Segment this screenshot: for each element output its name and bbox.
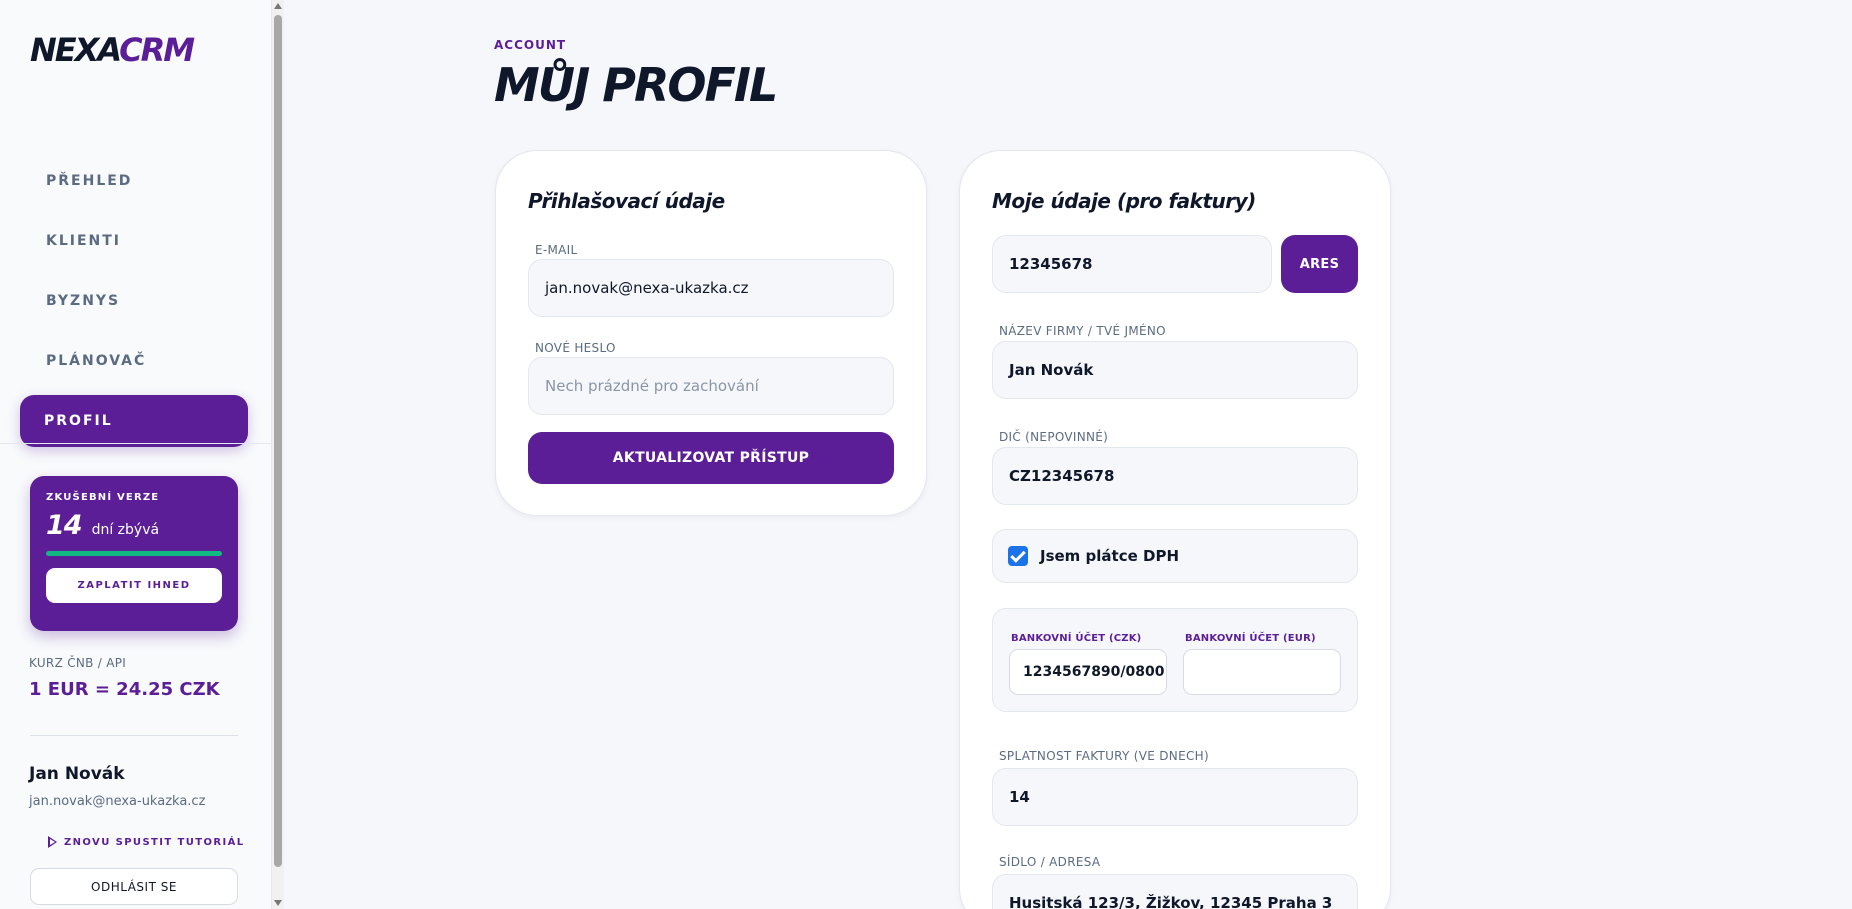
email-field[interactable]: jan.novak@nexa-ukazka.cz [528, 259, 894, 317]
trial-progress-bar [46, 551, 222, 556]
bank-eur-field[interactable] [1183, 649, 1341, 695]
invoice-due-field[interactable]: 14 [992, 768, 1358, 826]
ares-lookup-button[interactable]: ARES [1281, 235, 1358, 293]
pay-now-button[interactable]: ZAPLATIT IHNED [46, 568, 222, 603]
ico-field[interactable]: 12345678 [992, 235, 1272, 293]
app-logo[interactable]: NEXACRM [30, 31, 195, 69]
login-card-title: Přihlašovací údaje [528, 189, 725, 213]
trial-days-count: 14 [46, 510, 83, 541]
user-name: Jan Novák [29, 764, 125, 784]
restart-tutorial-link[interactable]: ZNOVU SPUSTIT TUTORIÁL [48, 836, 245, 848]
sidebar-item-planovac[interactable]: PLÁNOVAČ [20, 335, 248, 387]
update-access-button[interactable]: AKTUALIZOVAT PŘÍSTUP [528, 432, 894, 484]
sidebar-item-klienti[interactable]: KLIENTI [20, 215, 248, 267]
sidebar-divider [0, 443, 272, 444]
trial-panel: ZKUŠEBNÍ VERZE 14 dní zbývá ZAPLATIT IHN… [30, 476, 238, 631]
logo-text-nexa: NEXA [30, 31, 121, 69]
main-nav: PŘEHLED KLIENTI BYZNYS PLÁNOVAČ PROFIL [20, 155, 248, 455]
email-label: E-MAIL [535, 243, 578, 257]
sidebar-user-divider [30, 735, 238, 736]
exchange-rate-label: KURZ ČNB / API [29, 656, 127, 670]
sidebar-item-byznys[interactable]: BYZNYS [20, 275, 248, 327]
bank-czk-field[interactable]: 1234567890/0800 [1009, 649, 1167, 695]
play-icon [48, 836, 57, 848]
trial-label: ZKUŠEBNÍ VERZE [46, 492, 160, 503]
trial-days-text: dní zbývá [91, 522, 160, 538]
sidebar-item-profil[interactable]: PROFIL [20, 395, 248, 447]
restart-tutorial-label: ZNOVU SPUSTIT TUTORIÁL [64, 836, 245, 848]
invoice-due-label: SPLATNOST FAKTURY (VE DNECH) [999, 749, 1209, 763]
page-eyebrow: ACCOUNT [494, 38, 567, 52]
login-credentials-card: Přihlašovací údaje E-MAIL jan.novak@nexa… [495, 150, 927, 516]
address-label: SÍDLO / ADRESA [999, 855, 1101, 869]
vat-payer-label: Jsem plátce DPH [1040, 547, 1179, 565]
trial-progress-fill [46, 551, 222, 556]
page-title: MŮJ PROFIL [494, 58, 778, 112]
trial-days-row: 14 dní zbývá [46, 510, 222, 541]
scroll-thumb[interactable] [274, 15, 282, 867]
new-password-label: NOVÉ HESLO [535, 341, 616, 355]
bank-eur-label: BANKOVNÍ ÚČET (EUR) [1185, 633, 1316, 644]
billing-details-card: Moje údaje (pro faktury) 12345678 ARES N… [959, 150, 1391, 909]
sidebar-scrollbar[interactable] [272, 0, 284, 909]
address-field[interactable]: Husitská 123/3, Žižkov, 12345 Praha 3 [992, 874, 1358, 909]
company-name-label: NÁZEV FIRMY / TVÉ JMÉNO [999, 324, 1166, 338]
vat-payer-checkbox[interactable] [1008, 546, 1028, 566]
vat-payer-row: Jsem plátce DPH [992, 529, 1358, 583]
billing-card-title: Moje údaje (pro faktury) [992, 189, 1256, 213]
exchange-rate-value: 1 EUR = 24.25 CZK [29, 679, 220, 700]
dic-label: DIČ (NEPOVINNÉ) [999, 430, 1109, 444]
new-password-field[interactable]: Nech prázdné pro zachování [528, 357, 894, 415]
logo-text-crm: CRM [119, 31, 195, 69]
sidebar-item-prehled[interactable]: PŘEHLED [20, 155, 248, 207]
bank-czk-label: BANKOVNÍ ÚČET (CZK) [1011, 633, 1142, 644]
logout-button[interactable]: ODHLÁSIT SE [30, 868, 238, 905]
dic-field[interactable]: CZ12345678 [992, 447, 1358, 505]
user-email: jan.novak@nexa-ukazka.cz [29, 794, 206, 809]
scroll-up-arrow-icon[interactable] [274, 3, 282, 9]
scroll-down-arrow-icon[interactable] [274, 900, 282, 906]
bank-accounts-group: BANKOVNÍ ÚČET (CZK) 1234567890/0800 BANK… [992, 608, 1358, 712]
company-name-field[interactable]: Jan Novák [992, 341, 1358, 399]
sidebar: NEXACRM PŘEHLED KLIENTI BYZNYS PLÁNOVAČ … [0, 0, 272, 909]
